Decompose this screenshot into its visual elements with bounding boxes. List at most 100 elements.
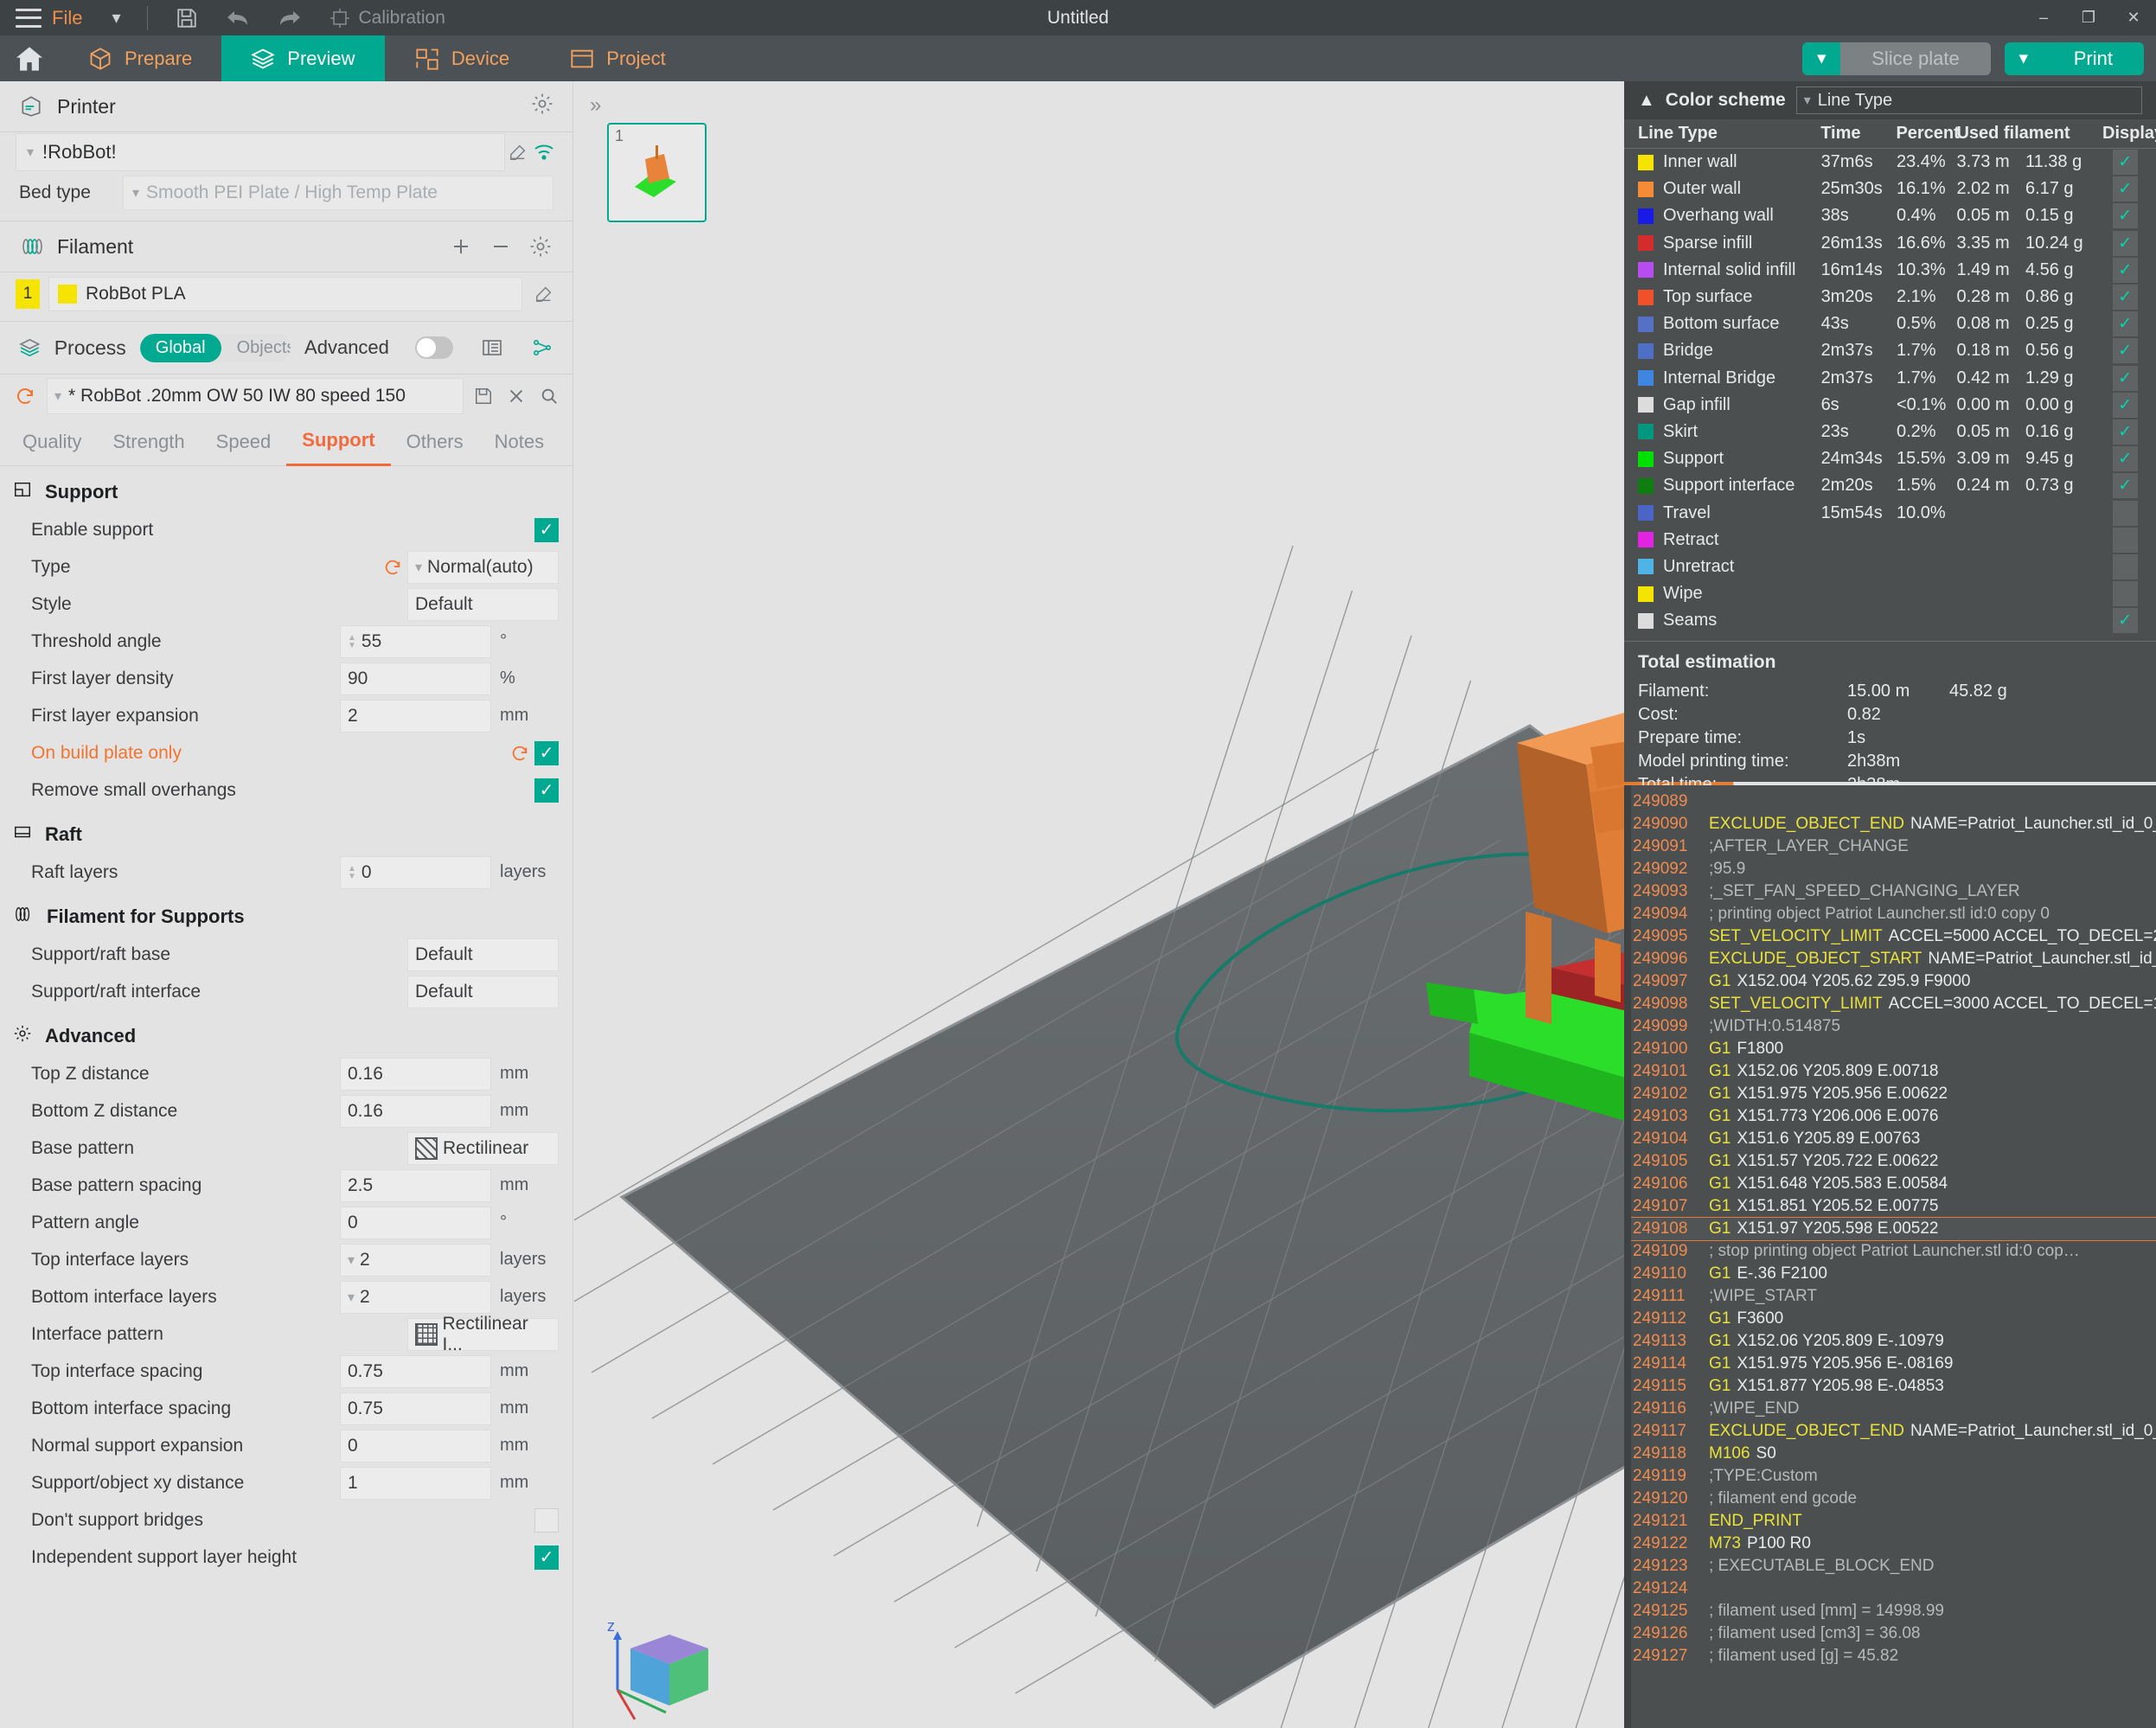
first-layer-density-input[interactable]: 90 xyxy=(340,662,491,695)
top-z-distance-input[interactable]: 0.16 xyxy=(340,1057,491,1091)
filament-select[interactable]: RobBot PLA xyxy=(48,277,522,311)
stepper-arrows-icon[interactable]: ▲ ▼ xyxy=(348,864,356,880)
close-icon[interactable]: ✕ xyxy=(2111,0,2156,35)
interface-pattern-select[interactable]: Rectilinear I... xyxy=(407,1314,559,1354)
type-reset-icon[interactable] xyxy=(378,558,407,577)
menu-icon[interactable] xyxy=(16,8,42,28)
wifi-icon[interactable] xyxy=(531,144,557,161)
save-preset-icon[interactable] xyxy=(470,387,496,406)
save-icon[interactable] xyxy=(176,7,198,29)
line-type-display-checkbox[interactable]: ✓ xyxy=(2112,176,2138,202)
gcode-line[interactable]: 249118 M106 S0 xyxy=(1624,1443,2156,1465)
gcode-line[interactable]: 249115 G1 X151.877 Y205.98 E-.04853 xyxy=(1624,1375,2156,1398)
edit-filament-icon[interactable] xyxy=(531,285,557,304)
gcode-line[interactable]: 249103 G1 X151.773 Y206.006 E.0076 xyxy=(1624,1105,2156,1128)
printer-settings-gear-icon[interactable] xyxy=(531,93,553,120)
tab-quality[interactable]: Quality xyxy=(7,418,97,466)
print-dropdown-icon[interactable]: ▾ xyxy=(2004,42,2043,75)
advanced-toggle[interactable] xyxy=(414,336,453,359)
pattern-angle-input[interactable]: 0 xyxy=(340,1206,491,1239)
collapse-panel-icon[interactable]: » xyxy=(590,93,601,118)
support-object-xy-distance-input[interactable]: 1 xyxy=(340,1466,491,1500)
gcode-line[interactable]: 249119 ;TYPE:Custom xyxy=(1624,1465,2156,1488)
bottom-interface-layers-select[interactable]: ▾ 2 xyxy=(340,1280,491,1314)
gcode-line[interactable]: 249109 ; stop printing object Patriot Lau… xyxy=(1624,1240,2156,1263)
stepper-arrows-icon[interactable]: ▲ ▼ xyxy=(348,633,356,650)
add-filament-icon[interactable] xyxy=(448,236,474,257)
slice-plate-button[interactable]: Slice plate xyxy=(1840,42,1991,75)
printer-select[interactable]: ▾ !RobBot! xyxy=(16,133,505,171)
gcode-line[interactable]: 249122 M73 P100 R0 xyxy=(1624,1533,2156,1555)
color-scheme-mode-select[interactable]: ▾ Line Type xyxy=(1795,86,2142,114)
maximize-icon[interactable]: ❐ xyxy=(2066,0,2111,35)
tab-others[interactable]: Others xyxy=(391,418,479,466)
gcode-line[interactable]: 249108 G1 X151.97 Y205.598 E.00522 xyxy=(1624,1217,2156,1241)
top-interface-layers-select[interactable]: ▾ 2 xyxy=(340,1243,491,1277)
raft-layers-stepper[interactable]: ▲ ▼ 0 xyxy=(340,855,491,889)
bottom-interface-spacing-input[interactable]: 0.75 xyxy=(340,1392,491,1425)
gcode-line[interactable]: 249089 xyxy=(1624,790,2156,813)
redo-icon[interactable] xyxy=(278,9,302,28)
gcode-line[interactable]: 249110 G1 E-.36 F2100 xyxy=(1624,1263,2156,1285)
line-type-display-checkbox[interactable]: ✓ xyxy=(2112,446,2138,472)
chevron-down-icon[interactable]: ▾ xyxy=(112,7,120,29)
process-preset-select[interactable]: ▾ * RobBot .20mm OW 50 IW 80 speed 150 xyxy=(47,378,464,414)
gcode-line[interactable]: 249116 ;WIPE_END xyxy=(1624,1398,2156,1420)
support-raft-interface-select[interactable]: Default xyxy=(407,975,559,1008)
gcode-line[interactable]: 249112 G1 F3600 xyxy=(1624,1308,2156,1330)
normal-support-expansion-input[interactable]: 0 xyxy=(340,1429,491,1462)
file-menu[interactable]: File xyxy=(52,7,82,29)
gcode-line[interactable]: 249107 G1 X151.851 Y205.52 E.00775 xyxy=(1624,1195,2156,1218)
remove-filament-icon[interactable] xyxy=(488,236,514,257)
base-pattern-spacing-input[interactable]: 2.5 xyxy=(340,1168,491,1202)
on-build-plate-only-checkbox[interactable]: ✓ xyxy=(534,740,559,765)
bottom-z-distance-input[interactable]: 0.16 xyxy=(340,1094,491,1128)
line-type-display-checkbox[interactable]: ✓ xyxy=(2112,203,2138,229)
line-type-display-checkbox[interactable]: ✓ xyxy=(2112,500,2138,526)
line-type-display-checkbox[interactable]: ✓ xyxy=(2112,311,2138,337)
line-type-display-checkbox[interactable]: ✓ xyxy=(2112,581,2138,607)
gcode-line[interactable]: 249123 ; EXECUTABLE_BLOCK_END xyxy=(1624,1555,2156,1578)
gcode-line[interactable]: 249092 ;95.9 xyxy=(1624,858,2156,880)
print-button[interactable]: Print xyxy=(2042,42,2144,75)
gcode-line[interactable]: 249091 ;AFTER_LAYER_CHANGE xyxy=(1624,835,2156,858)
gcode-line[interactable]: 249124 xyxy=(1624,1578,2156,1600)
list-view-icon[interactable] xyxy=(481,337,503,358)
type-select[interactable]: ▾ Normal(auto) xyxy=(407,550,559,584)
line-type-display-checkbox[interactable]: ✓ xyxy=(2112,419,2138,445)
tab-device[interactable]: Device xyxy=(385,35,541,81)
enable-support-checkbox[interactable]: ✓ xyxy=(534,517,559,542)
home-icon[interactable] xyxy=(0,35,59,81)
search-icon[interactable] xyxy=(536,387,562,406)
gcode-line[interactable]: 249114 G1 X151.975 Y205.956 E-.08169 xyxy=(1624,1353,2156,1375)
on-build-plate-only-reset-icon[interactable] xyxy=(505,744,534,763)
support-raft-base-select[interactable]: Default xyxy=(407,938,559,971)
gcode-line[interactable]: 249105 G1 X151.57 Y205.722 E.00622 xyxy=(1624,1150,2156,1173)
line-type-display-checkbox[interactable]: ✓ xyxy=(2112,150,2138,176)
undo-icon[interactable] xyxy=(226,9,250,28)
gcode-line[interactable]: 249093 ;_SET_FAN_SPEED_CHANGING_LAYER xyxy=(1624,880,2156,903)
gcode-scrollbar[interactable] xyxy=(1624,785,1631,1728)
gcode-line[interactable]: 249098 SET_VELOCITY_LIMIT ACCEL=3000 ACCEL… xyxy=(1624,993,2156,1015)
gcode-line[interactable]: 249113 G1 X152.06 Y205.809 E-.10979 xyxy=(1624,1330,2156,1353)
gcode-line[interactable]: 249127 ; filament used [g] = 45.82 xyxy=(1624,1645,2156,1667)
gcode-line[interactable]: 249097 G1 X152.004 Y205.62 Z95.9 F9000 xyxy=(1624,970,2156,993)
compare-presets-icon[interactable] xyxy=(531,337,553,358)
gcode-line[interactable]: 249111 ;WIPE_START xyxy=(1624,1285,2156,1308)
gcode-line[interactable]: 249104 G1 X151.6 Y205.89 E.00763 xyxy=(1624,1128,2156,1150)
don-t-support-bridges-checkbox[interactable]: ✓ xyxy=(534,1507,559,1533)
tab-support[interactable]: Support xyxy=(286,418,391,466)
gcode-viewer[interactable]: 249089 249090 EXCLUDE_OBJECT_END NAME=Patri… xyxy=(1624,785,2156,1728)
gcode-line[interactable]: 249120 ; filament end gcode xyxy=(1624,1488,2156,1510)
gcode-line[interactable]: 249099 ;WIDTH:0.514875 xyxy=(1624,1015,2156,1038)
plate-thumbnail[interactable]: 1 xyxy=(607,123,707,222)
line-type-display-checkbox[interactable]: ✓ xyxy=(2112,473,2138,499)
edit-printer-icon[interactable] xyxy=(505,143,531,162)
independent-support-layer-height-checkbox[interactable]: ✓ xyxy=(534,1545,559,1570)
gcode-line[interactable]: 249096 EXCLUDE_OBJECT_START NAME=Patriot_L… xyxy=(1624,948,2156,970)
line-type-display-checkbox[interactable]: ✓ xyxy=(2112,608,2138,634)
scope-global[interactable]: Global xyxy=(139,333,221,362)
gcode-line[interactable]: 249125 ; filament used [mm] = 14998.99 xyxy=(1624,1600,2156,1622)
gcode-line[interactable]: 249117 EXCLUDE_OBJECT_END NAME=Patriot_Lau… xyxy=(1624,1420,2156,1443)
gcode-line[interactable]: 249095 SET_VELOCITY_LIMIT ACCEL=5000 ACCEL… xyxy=(1624,925,2156,948)
